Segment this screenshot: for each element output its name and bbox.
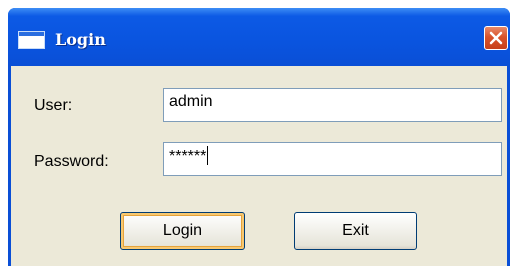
window-title: Login [55,30,106,49]
password-label: Password: [34,153,109,170]
exit-button[interactable]: Exit [294,212,417,250]
text-caret [207,146,209,165]
user-input[interactable]: admin [163,88,502,122]
login-button[interactable]: Login [120,212,245,250]
window-app-icon [18,31,45,49]
close-button[interactable] [484,26,508,50]
password-input[interactable]: ****** [163,142,502,176]
dialog-client-area: User: admin Password: ****** Login Exit [11,66,507,266]
close-icon [489,31,503,45]
password-input-value: ****** [169,148,207,165]
user-label: User: [34,97,73,114]
login-dialog: Login User: admin Password: ****** Login… [8,8,510,266]
user-input-value: admin [169,93,213,110]
title-bar[interactable]: Login [8,8,510,66]
